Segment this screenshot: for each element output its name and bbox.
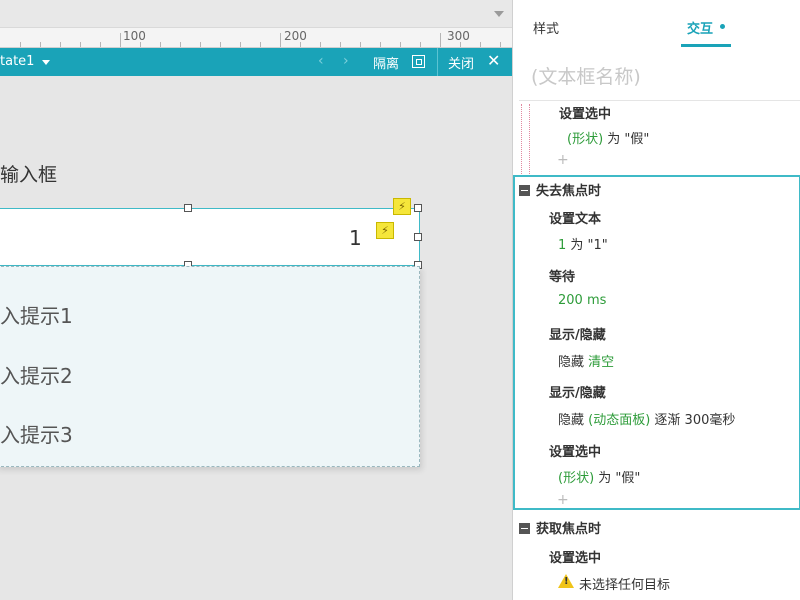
resize-handle[interactable] (414, 233, 422, 241)
inspector-panel: 样式 交互 (文本框名称) 设置选中 (形状) 为 "假" + 失去焦点时 设置… (512, 0, 800, 600)
tree-guide (529, 104, 530, 174)
interaction-bolt-icon[interactable]: ⚡ (376, 222, 394, 239)
input-value: 1 (349, 226, 362, 250)
interaction-bolt-icon[interactable]: ⚡ (393, 198, 411, 215)
tree-guide (521, 104, 522, 174)
ruler-label: 200 (284, 29, 307, 43)
action-detail[interactable]: 隐藏 (动态面板) 逐渐 300毫秒 (558, 409, 735, 428)
resize-handle[interactable] (414, 204, 422, 212)
warning-icon (558, 574, 574, 588)
horizontal-ruler: 100 200 300 (0, 28, 512, 48)
dropdown-triangle-icon[interactable] (494, 11, 504, 17)
divider (437, 48, 438, 76)
tab-interaction[interactable]: 交互 (687, 18, 713, 37)
collapse-icon[interactable] (519, 185, 530, 196)
widget-name-input[interactable]: (文本框名称) (531, 62, 641, 89)
action-title[interactable]: 设置文本 (549, 208, 601, 227)
add-action-icon[interactable]: + (557, 152, 569, 168)
action-title[interactable]: 设置选中 (559, 103, 611, 122)
action-title[interactable]: 等待 (549, 266, 575, 285)
action-title[interactable]: 设置选中 (549, 547, 601, 566)
action-title[interactable]: 设置选中 (549, 441, 601, 460)
action-detail[interactable]: (形状) 为 "假" (567, 128, 649, 147)
design-canvas[interactable]: 100 200 300 tate1 ‹ › 隔离 关闭 ✕ 输入框 1 ⚡ ⚡ … (0, 0, 512, 600)
close-icon[interactable]: ✕ (487, 51, 500, 70)
active-dot-icon (720, 24, 725, 29)
panel-state-bar: tate1 ‹ › 隔离 关闭 ✕ (0, 48, 512, 76)
collapse-icon[interactable] (519, 523, 530, 534)
action-detail[interactable]: 隐藏 清空 (558, 351, 614, 370)
hint-item[interactable]: 入提示1 (0, 300, 73, 329)
event-focus[interactable]: 获取焦点时 (519, 518, 601, 537)
inspector-tabs: 样式 交互 (513, 0, 800, 48)
tab-style[interactable]: 样式 (533, 18, 559, 37)
add-action-icon[interactable]: + (557, 492, 569, 508)
close-button[interactable]: 关闭 (448, 53, 474, 72)
hint-item[interactable]: 入提示2 (0, 360, 73, 389)
ruler-label: 300 (447, 29, 470, 43)
resize-handle[interactable] (184, 204, 192, 212)
warning-text: 未选择任何目标 (579, 578, 671, 593)
divider (519, 100, 800, 101)
input-field-label: 输入框 (0, 164, 58, 186)
isolate-icon[interactable] (412, 55, 425, 68)
top-strip (0, 0, 512, 28)
state-name-dropdown[interactable]: tate1 (0, 54, 34, 69)
action-title[interactable]: 显示/隐藏 (549, 324, 606, 343)
isolate-button[interactable]: 隔离 (373, 53, 399, 72)
prev-state-icon[interactable]: ‹ (318, 53, 324, 69)
active-tab-underline (681, 44, 731, 47)
caret-down-icon[interactable] (42, 60, 50, 65)
action-detail[interactable]: 200 ms (558, 293, 606, 308)
next-state-icon[interactable]: › (343, 53, 349, 69)
ruler-label: 100 (123, 29, 146, 43)
action-detail[interactable]: 1 为 "1" (558, 234, 608, 253)
hint-item[interactable]: 入提示3 (0, 419, 73, 448)
action-title[interactable]: 显示/隐藏 (549, 382, 606, 401)
event-blur[interactable]: 失去焦点时 (519, 180, 601, 199)
action-detail[interactable]: (形状) 为 "假" (558, 467, 640, 486)
